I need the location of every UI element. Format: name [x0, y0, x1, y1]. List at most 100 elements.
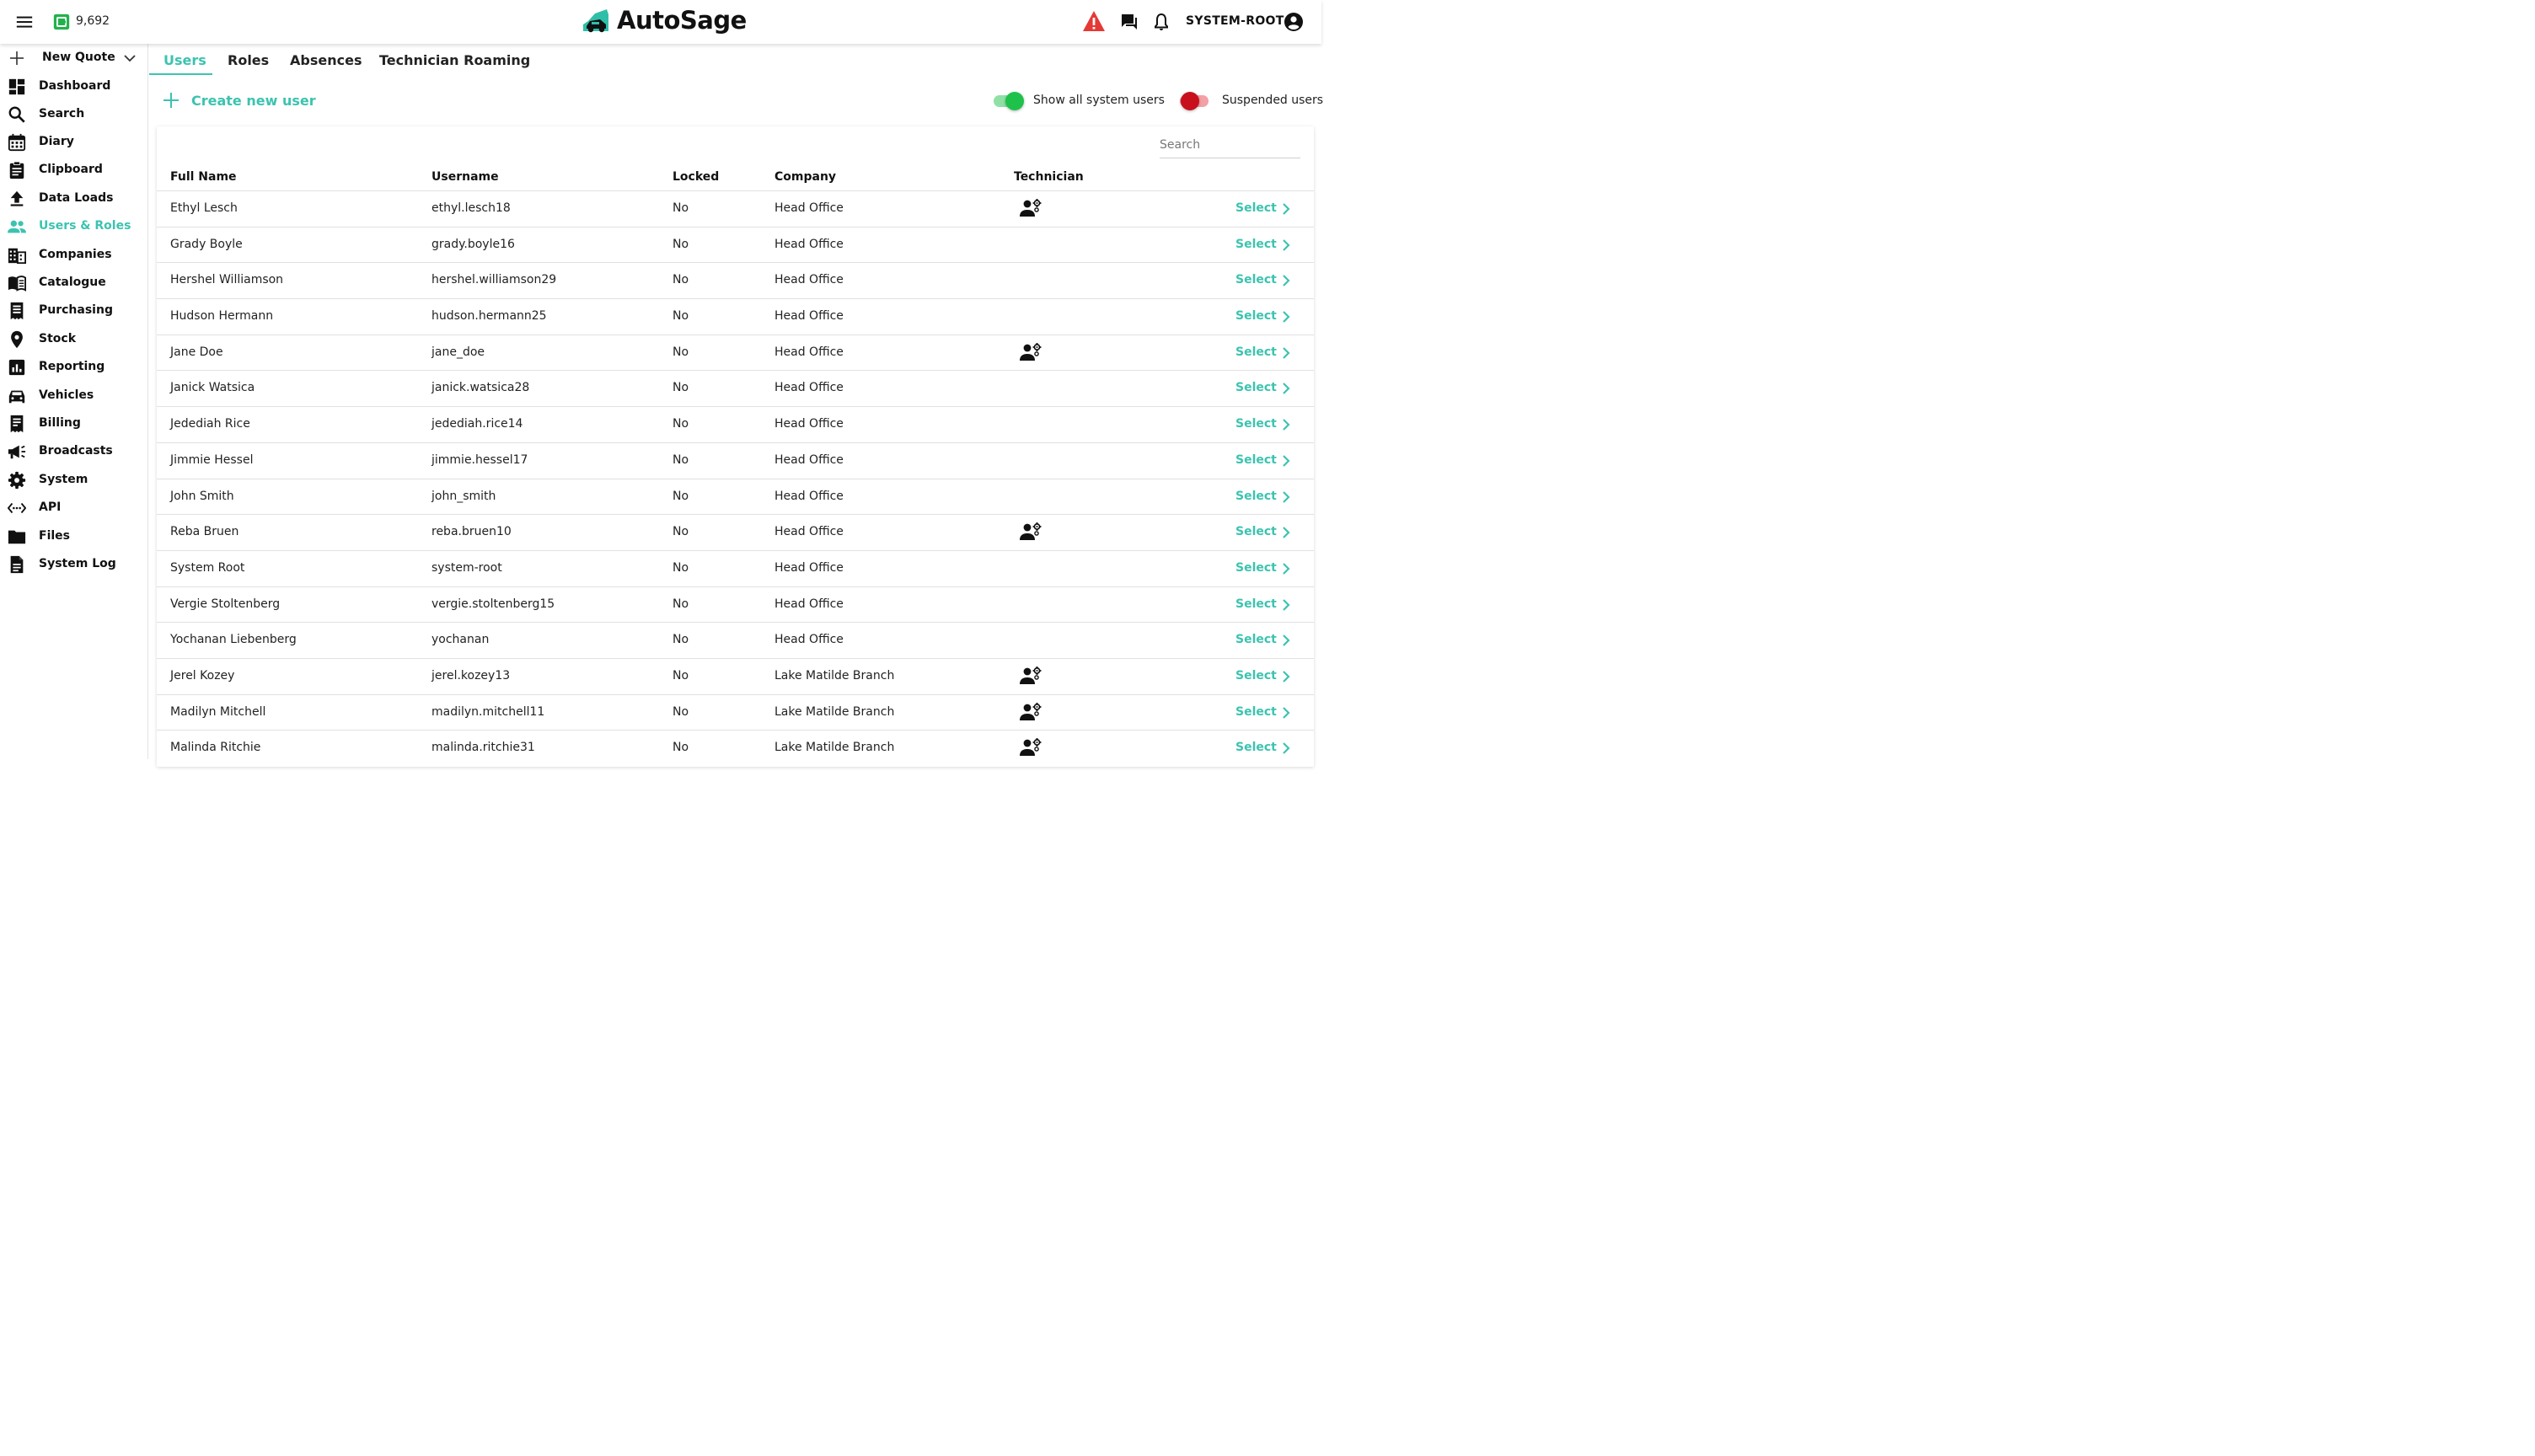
tab-absences[interactable]: Absences [290, 52, 362, 68]
bell-icon[interactable] [1151, 12, 1171, 32]
table-row[interactable]: Jimmie Hessel jimmie.hessel17 No Head Of… [157, 442, 1314, 479]
select-button[interactable]: Select [1235, 201, 1277, 215]
brand-logo[interactable]: AutoSage [581, 3, 747, 37]
sidebar-item-companies[interactable]: Companies [0, 242, 148, 269]
technician-icon [1020, 522, 1042, 541]
new-quote-button[interactable]: New Quote [0, 44, 148, 72]
select-button[interactable]: Select [1235, 705, 1277, 719]
tab-users[interactable]: Users [163, 52, 206, 68]
receipt-icon [10, 302, 24, 320]
company-cell: Head Office [774, 345, 844, 359]
chevron-right-icon[interactable] [1281, 741, 1291, 755]
column-header-locked[interactable]: Locked [673, 170, 719, 184]
chevron-right-icon[interactable] [1281, 382, 1291, 395]
sidebar-item-stock[interactable]: Stock [0, 326, 148, 353]
select-button[interactable]: Select [1235, 525, 1277, 538]
technician-icon [1020, 342, 1042, 361]
warning-icon[interactable] [1082, 10, 1106, 32]
locked-cell: No [673, 452, 689, 467]
select-button[interactable]: Select [1235, 453, 1277, 467]
sidebar-item-data-loads[interactable]: Data Loads [0, 185, 148, 212]
table-row[interactable]: Madilyn Mitchell madilyn.mitchell11 No L… [157, 693, 1314, 731]
sidebar-nav: New Quote Dashboard Search Diary Clipboa… [0, 44, 148, 759]
toggle-knob [1005, 92, 1024, 110]
chevron-right-icon[interactable] [1281, 454, 1291, 468]
select-button[interactable]: Select [1235, 597, 1277, 611]
table-row[interactable]: Jane Doe jane_doe No Head Office Select [157, 334, 1314, 371]
chevron-right-icon[interactable] [1281, 526, 1291, 539]
chevron-right-icon[interactable] [1281, 202, 1291, 216]
sidebar-item-broadcasts[interactable]: Broadcasts [0, 438, 148, 465]
chevron-right-icon[interactable] [1281, 238, 1291, 252]
sidebar-item-dashboard[interactable]: Dashboard [0, 73, 148, 100]
show-system-users-toggle[interactable] [994, 91, 1026, 111]
tab-roles[interactable]: Roles [228, 52, 269, 68]
sidebar-item-files[interactable]: Files [0, 523, 148, 550]
sidebar-item-clipboard[interactable]: Clipboard [0, 157, 148, 184]
table-row[interactable]: Jedediah Rice jedediah.rice14 No Head Of… [157, 406, 1314, 442]
sidebar-item-diary[interactable]: Diary [0, 129, 148, 156]
menu-icon[interactable] [15, 13, 34, 31]
select-button[interactable]: Select [1235, 309, 1277, 323]
sidebar-item-catalogue[interactable]: Catalogue [0, 270, 148, 297]
clipboard-icon [9, 161, 24, 179]
table-row[interactable]: John Smith john_smith No Head Office Sel… [157, 478, 1314, 515]
suspended-users-toggle[interactable] [1180, 91, 1212, 111]
sidebar-item-label: Stock [39, 332, 77, 345]
chevron-right-icon[interactable] [1281, 310, 1291, 324]
sidebar-item-users-roles[interactable]: Users & Roles [0, 213, 148, 240]
table-row[interactable]: Vergie Stoltenberg vergie.stoltenberg15 … [157, 586, 1314, 623]
column-header-company[interactable]: Company [774, 170, 836, 184]
locked-cell: No [673, 704, 689, 719]
table-row[interactable]: Jerel Kozey jerel.kozey13 No Lake Matild… [157, 657, 1314, 694]
sidebar-item-system-log[interactable]: System Log [0, 551, 148, 578]
select-button[interactable]: Select [1235, 238, 1277, 251]
table-row[interactable]: Reba Bruen reba.bruen10 No Head Office S… [157, 514, 1314, 550]
sidebar-item-reporting[interactable]: Reporting [0, 354, 148, 381]
sidebar-item-purchasing[interactable]: Purchasing [0, 297, 148, 324]
select-button[interactable]: Select [1235, 561, 1277, 575]
select-button[interactable]: Select [1235, 381, 1277, 394]
column-header-technician[interactable]: Technician [1014, 170, 1084, 184]
table-row[interactable]: Yochanan Liebenberg yochanan No Head Off… [157, 622, 1314, 658]
select-button[interactable]: Select [1235, 633, 1277, 646]
account-icon[interactable] [1284, 12, 1304, 32]
select-button[interactable]: Select [1235, 273, 1277, 286]
chat-icon[interactable] [1119, 12, 1139, 32]
select-button[interactable]: Select [1235, 490, 1277, 503]
chevron-right-icon[interactable] [1281, 634, 1291, 647]
table-row[interactable]: Ethyl Lesch ethyl.lesch18 No Head Office… [157, 190, 1314, 227]
sidebar-item-api[interactable]: API [0, 495, 148, 522]
column-header-full-name[interactable]: Full Name [170, 170, 237, 184]
chevron-down-icon[interactable] [123, 52, 137, 64]
users-icon [8, 220, 26, 233]
table-row[interactable]: Grady Boyle grady.boyle16 No Head Office… [157, 226, 1314, 263]
column-header-username[interactable]: Username [431, 170, 499, 184]
chevron-right-icon[interactable] [1281, 346, 1291, 360]
username-cell: reba.bruen10 [431, 525, 512, 539]
chevron-right-icon[interactable] [1281, 490, 1291, 504]
select-button[interactable]: Select [1235, 345, 1277, 359]
table-row[interactable]: Hershel Williamson hershel.williamson29 … [157, 262, 1314, 298]
chevron-right-icon[interactable] [1281, 706, 1291, 720]
table-row[interactable]: Janick Watsica janick.watsica28 No Head … [157, 370, 1314, 406]
sidebar-item-system[interactable]: System [0, 467, 148, 494]
current-user-name[interactable]: SYSTEM-ROOT [1186, 14, 1284, 28]
chevron-right-icon[interactable] [1281, 418, 1291, 431]
chevron-right-icon[interactable] [1281, 562, 1291, 575]
table-row[interactable]: Malinda Ritchie malinda.ritchie31 No Lak… [157, 730, 1314, 766]
select-button[interactable]: Select [1235, 669, 1277, 682]
select-button[interactable]: Select [1235, 417, 1277, 431]
chevron-right-icon[interactable] [1281, 670, 1291, 683]
table-body: Ethyl Lesch ethyl.lesch18 No Head Office… [157, 190, 1314, 766]
table-row[interactable]: System Root system-root No Head Office S… [157, 549, 1314, 586]
table-row[interactable]: Hudson Hermann hudson.hermann25 No Head … [157, 298, 1314, 335]
chevron-right-icon[interactable] [1281, 274, 1291, 287]
sidebar-item-vehicles[interactable]: Vehicles [0, 383, 148, 410]
sidebar-item-search[interactable]: Search [0, 101, 148, 128]
tab-technician-roaming[interactable]: Technician Roaming [379, 52, 530, 68]
select-button[interactable]: Select [1235, 741, 1277, 754]
search-input[interactable] [1160, 133, 1300, 157]
sidebar-item-billing[interactable]: Billing [0, 410, 148, 437]
chevron-right-icon[interactable] [1281, 598, 1291, 612]
